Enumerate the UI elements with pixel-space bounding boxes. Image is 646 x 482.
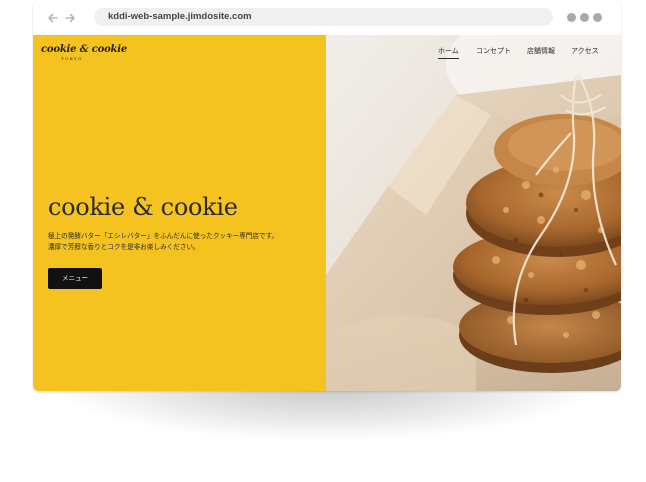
arrow-left-icon[interactable] — [45, 10, 61, 26]
site-logo-sub: TOKYO — [61, 56, 83, 61]
menu-button[interactable]: メニュー — [48, 268, 102, 289]
website-page: cookie & cookie TOKYO cookie & cookie 極上… — [33, 35, 621, 391]
hero-text-panel: cookie & cookie TOKYO cookie & cookie 極上… — [33, 35, 326, 391]
nav-home[interactable]: ホーム — [438, 46, 459, 59]
hero-lead-line-2: 濃厚で芳醇な香りとコクを是非お楽しみください。 — [48, 242, 200, 251]
site-logo[interactable]: cookie & cookie — [41, 44, 127, 55]
address-bar[interactable]: kddi-web-sample.jimdosite.com — [94, 8, 553, 26]
cookies-photo-illustration — [326, 35, 621, 391]
hero-image: ホーム コンセプト 店舗情報 アクセス — [326, 35, 621, 391]
arrow-right-icon[interactable] — [62, 10, 78, 26]
hero-lead: 極上の発酵バター「エシレバター」をふんだんに使ったクッキー専門店です。 濃厚で芳… — [48, 231, 318, 252]
nav-concept[interactable]: コンセプト — [476, 46, 511, 56]
hero-lead-line-1: 極上の発酵バター「エシレバター」をふんだんに使ったクッキー専門店です。 — [48, 232, 279, 240]
browser-window: kddi-web-sample.jimdosite.com cookie & c… — [33, 0, 621, 391]
browser-toolbar: kddi-web-sample.jimdosite.com — [33, 0, 621, 36]
hero-title: cookie & cookie — [48, 193, 238, 221]
nav-access[interactable]: アクセス — [571, 46, 599, 56]
nav-store-info[interactable]: 店舗情報 — [527, 46, 555, 56]
